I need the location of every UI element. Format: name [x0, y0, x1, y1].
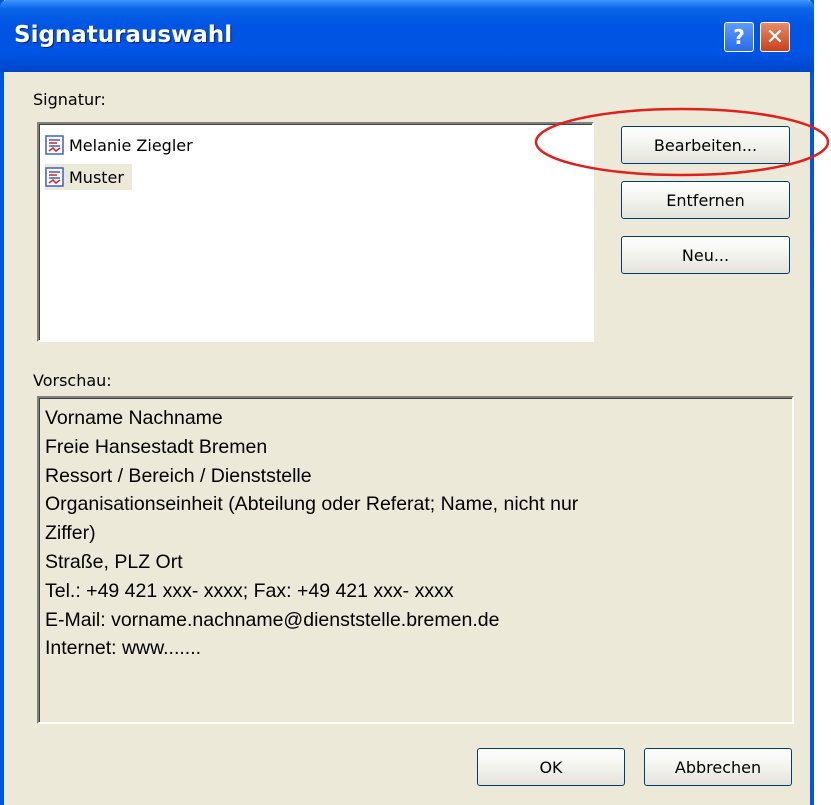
signature-doc-icon [45, 167, 64, 187]
preview-line: E-Mail: vorname.nachname@dienststelle.br… [45, 608, 500, 631]
list-item-label: Muster [69, 167, 124, 187]
annotation-ellipse [534, 107, 830, 177]
cancel-button[interactable]: Abbrechen [644, 748, 792, 786]
list-item-melanie-ziegler[interactable]: Melanie Ziegler [45, 132, 193, 158]
close-button[interactable]: ✕ [760, 22, 790, 52]
preview-line: Ziffer) [45, 522, 96, 545]
remove-button[interactable]: Entfernen [621, 181, 790, 219]
list-item-muster[interactable]: Muster [45, 164, 132, 190]
ok-button[interactable]: OK [477, 748, 625, 786]
signature-doc-icon [45, 135, 64, 155]
help-icon: ? [733, 25, 745, 49]
close-icon: ✕ [765, 24, 785, 50]
signature-list[interactable]: Melanie Ziegler Muster [37, 122, 594, 342]
preview-line: Internet: www....... [45, 637, 202, 660]
new-button[interactable]: Neu... [621, 236, 790, 274]
signature-preview: Vorname Nachname Freie Hansestadt Bremen… [37, 396, 794, 724]
preview-label: Vorschau: [33, 371, 112, 390]
preview-line: Organisationseinheit (Abteilung oder Ref… [45, 493, 579, 516]
preview-line: Straße, PLZ Ort [45, 550, 183, 573]
preview-line: Vorname Nachname [45, 407, 223, 429]
signature-label: Signatur: [33, 90, 106, 109]
preview-line: Freie Hansestadt Bremen [45, 435, 268, 458]
help-button[interactable]: ? [724, 22, 754, 52]
title-bar[interactable]: Signaturauswahl ? ✕ [0, 0, 814, 72]
list-item-label: Melanie Ziegler [69, 135, 193, 155]
preview-line: Tel.: +49 421 xxx- xxxx; Fax: +49 421 xx… [45, 579, 454, 602]
preview-line: Ressort / Bereich / Dienststelle [45, 464, 312, 487]
window-title: Signaturauswahl [14, 22, 233, 48]
